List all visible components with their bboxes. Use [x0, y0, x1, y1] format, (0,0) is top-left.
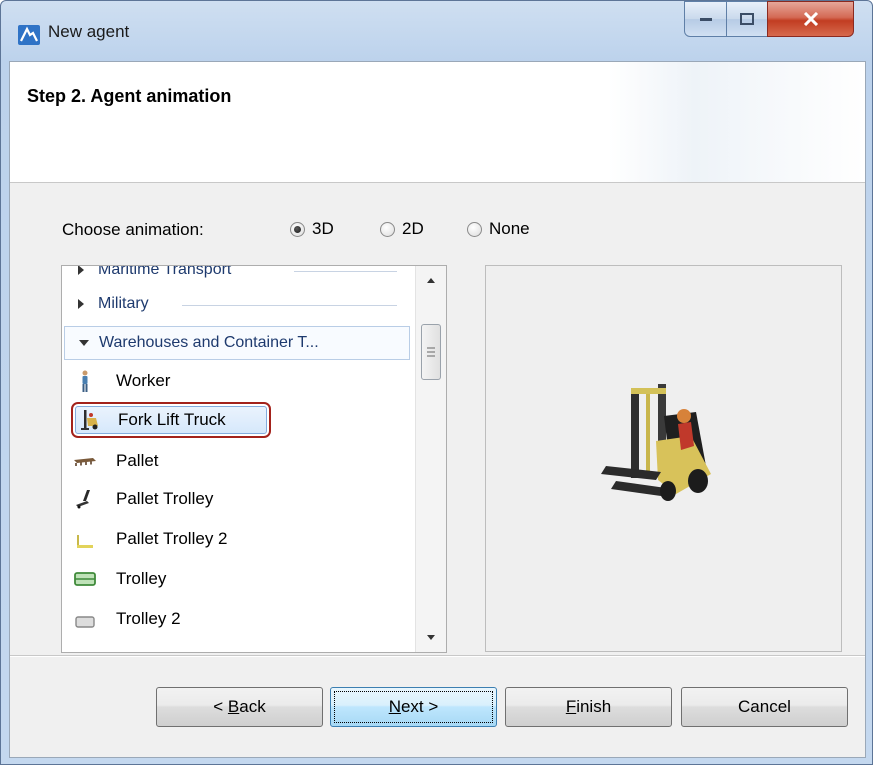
list-item-label: Trolley 2	[116, 609, 181, 628]
fork-lift-truck-3d-preview-icon	[601, 384, 711, 501]
list-item-label: Pallet Trolley 2	[116, 529, 228, 548]
list-item-pallet[interactable]: Pallet	[62, 444, 417, 478]
list-item-fork-lift-truck[interactable]: Fork Lift Truck	[71, 402, 271, 438]
radio-none[interactable]: None	[467, 219, 530, 239]
back-button[interactable]: < Back	[156, 687, 323, 727]
fork-lift-truck-icon	[81, 410, 98, 430]
radio-3d[interactable]: 3D	[290, 219, 334, 239]
worker-icon	[82, 370, 88, 392]
step-title: Step 2. Agent animation	[27, 86, 232, 106]
dialog-client-area: Step 2. Agent animation Choose animation…	[9, 61, 866, 758]
focus-rectangle	[334, 691, 493, 723]
pallet-icon	[74, 458, 96, 466]
expand-arrow-icon[interactable]	[78, 266, 84, 275]
back-rest: ack	[239, 697, 266, 716]
radio-none-indicator[interactable]	[467, 221, 482, 237]
pallet-trolley-2-icon	[77, 535, 93, 548]
list-item-label: Worker	[116, 371, 171, 390]
maximize-button[interactable]	[726, 1, 768, 37]
list-item-worker[interactable]: Worker	[62, 364, 417, 398]
category-military[interactable]: Military	[62, 288, 417, 322]
new-agent-dialog: New agent Step 2. Agent animation Choose…	[0, 0, 873, 765]
close-icon	[803, 12, 818, 26]
list-item-label: Pallet Trolley	[116, 489, 214, 508]
vertical-scrollbar[interactable]	[415, 266, 446, 652]
category-divider	[182, 305, 397, 306]
list-item-pallet-trolley-2[interactable]: Pallet Trolley 2	[62, 522, 417, 556]
radio-3d-label: 3D	[312, 219, 334, 238]
footer-separator-highlight	[10, 656, 865, 657]
category-label: Military	[98, 295, 149, 312]
scroll-down-button[interactable]	[416, 624, 446, 652]
list-item-pallet-trolley[interactable]: Pallet Trolley	[62, 482, 417, 516]
category-warehouses[interactable]: Warehouses and Container T...	[64, 326, 410, 360]
window-title: New agent	[48, 22, 130, 41]
category-maritime-transport[interactable]: Maritime Transport	[62, 266, 417, 288]
list-item-label: Pallet	[116, 451, 159, 470]
choose-animation-label: Choose animation:	[62, 220, 204, 239]
list-item-trolley[interactable]: Trolley	[62, 562, 417, 596]
collapse-arrow-icon[interactable]	[79, 340, 89, 346]
animation-list[interactable]: Maritime Transport Military Warehouses a…	[61, 265, 447, 653]
list-item-trolley-2[interactable]: Trolley 2	[62, 602, 417, 636]
expand-arrow-icon[interactable]	[78, 299, 84, 309]
category-label: Warehouses and Container T...	[99, 334, 319, 351]
wizard-header: Step 2. Agent animation	[10, 62, 865, 183]
radio-2d-label: 2D	[402, 219, 424, 238]
scroll-up-arrow-icon	[427, 278, 435, 283]
cancel-button[interactable]: Cancel	[681, 687, 848, 727]
scroll-thumb[interactable]	[421, 324, 441, 380]
trolley-2-icon	[75, 616, 95, 628]
minimize-button[interactable]	[684, 1, 727, 37]
next-button[interactable]: Next >	[330, 687, 497, 727]
category-divider	[294, 271, 397, 272]
list-item-label: Fork Lift Truck	[118, 410, 226, 429]
close-button[interactable]	[767, 1, 854, 37]
pallet-trolley-icon	[76, 490, 90, 509]
back-mnemonic: B	[227, 697, 240, 716]
list-item-label: Trolley	[116, 569, 167, 588]
radio-3d-indicator[interactable]	[290, 221, 305, 237]
scroll-up-button[interactable]	[416, 266, 446, 294]
finish-button[interactable]: Finish	[505, 687, 672, 727]
finish-rest: inish	[576, 697, 612, 716]
animation-list-content: Maritime Transport Military Warehouses a…	[62, 266, 417, 652]
radio-2d[interactable]: 2D	[380, 219, 424, 239]
scroll-down-arrow-icon	[427, 635, 435, 640]
anylogic-app-icon	[18, 25, 40, 45]
radio-none-label: None	[489, 219, 530, 238]
animation-preview	[485, 265, 842, 652]
title-bar[interactable]: New agent	[1, 1, 872, 61]
category-label: Maritime Transport	[98, 266, 232, 278]
radio-2d-indicator[interactable]	[380, 221, 395, 237]
trolley-icon	[74, 572, 96, 586]
finish-mnemonic: F	[565, 697, 577, 716]
back-prefix: <	[213, 697, 228, 716]
